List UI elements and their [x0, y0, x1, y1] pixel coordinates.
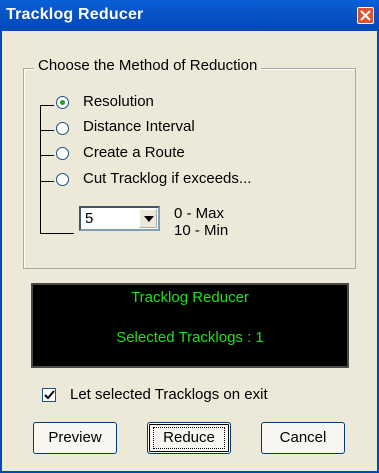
radio-resolution[interactable] [56, 96, 69, 109]
level-value: 5 [85, 210, 94, 227]
tree-branch [40, 181, 54, 182]
focus-rect [153, 427, 225, 449]
exit-checkbox[interactable] [42, 388, 56, 402]
radio-label-create-route[interactable]: Create a Route [83, 144, 185, 161]
level-select[interactable]: 5 [79, 206, 160, 231]
tree-branch [40, 233, 74, 234]
tree-branch [40, 130, 54, 131]
cancel-button[interactable]: Cancel [261, 422, 345, 454]
exit-checkbox-label[interactable]: Let selected Tracklogs on exit [70, 386, 268, 403]
title-bar: Tracklog Reducer [0, 0, 379, 31]
display-status: Selected Tracklogs : 1 [116, 329, 264, 346]
tree-branch [40, 155, 54, 156]
radio-label-distance-interval[interactable]: Distance Interval [83, 118, 195, 135]
tree-line [40, 105, 41, 234]
display-title: Tracklog Reducer [131, 289, 249, 306]
range-max-label: 0 - Max [174, 205, 225, 222]
chevron-down-icon [144, 216, 154, 222]
preview-button[interactable]: Preview [33, 422, 117, 454]
dropdown-button[interactable] [139, 209, 157, 228]
window-title: Tracklog Reducer [6, 6, 144, 23]
radio-label-cut-tracklog[interactable]: Cut Tracklog if exceeds... [83, 170, 251, 187]
tree-branch [40, 105, 54, 106]
radio-distance-interval[interactable] [56, 122, 69, 135]
checkmark-icon [44, 390, 55, 400]
status-display: Tracklog Reducer Selected Tracklogs : 1 [31, 283, 349, 368]
radio-label-resolution[interactable]: Resolution [83, 93, 154, 110]
reduce-button[interactable]: Reduce [147, 422, 231, 454]
group-legend: Choose the Method of Reduction [34, 57, 262, 74]
close-button[interactable] [357, 7, 374, 24]
close-icon [360, 10, 371, 21]
radio-create-route[interactable] [56, 147, 69, 160]
radio-cut-tracklog[interactable] [56, 173, 69, 186]
range-min-label: 10 - Min [174, 222, 229, 239]
